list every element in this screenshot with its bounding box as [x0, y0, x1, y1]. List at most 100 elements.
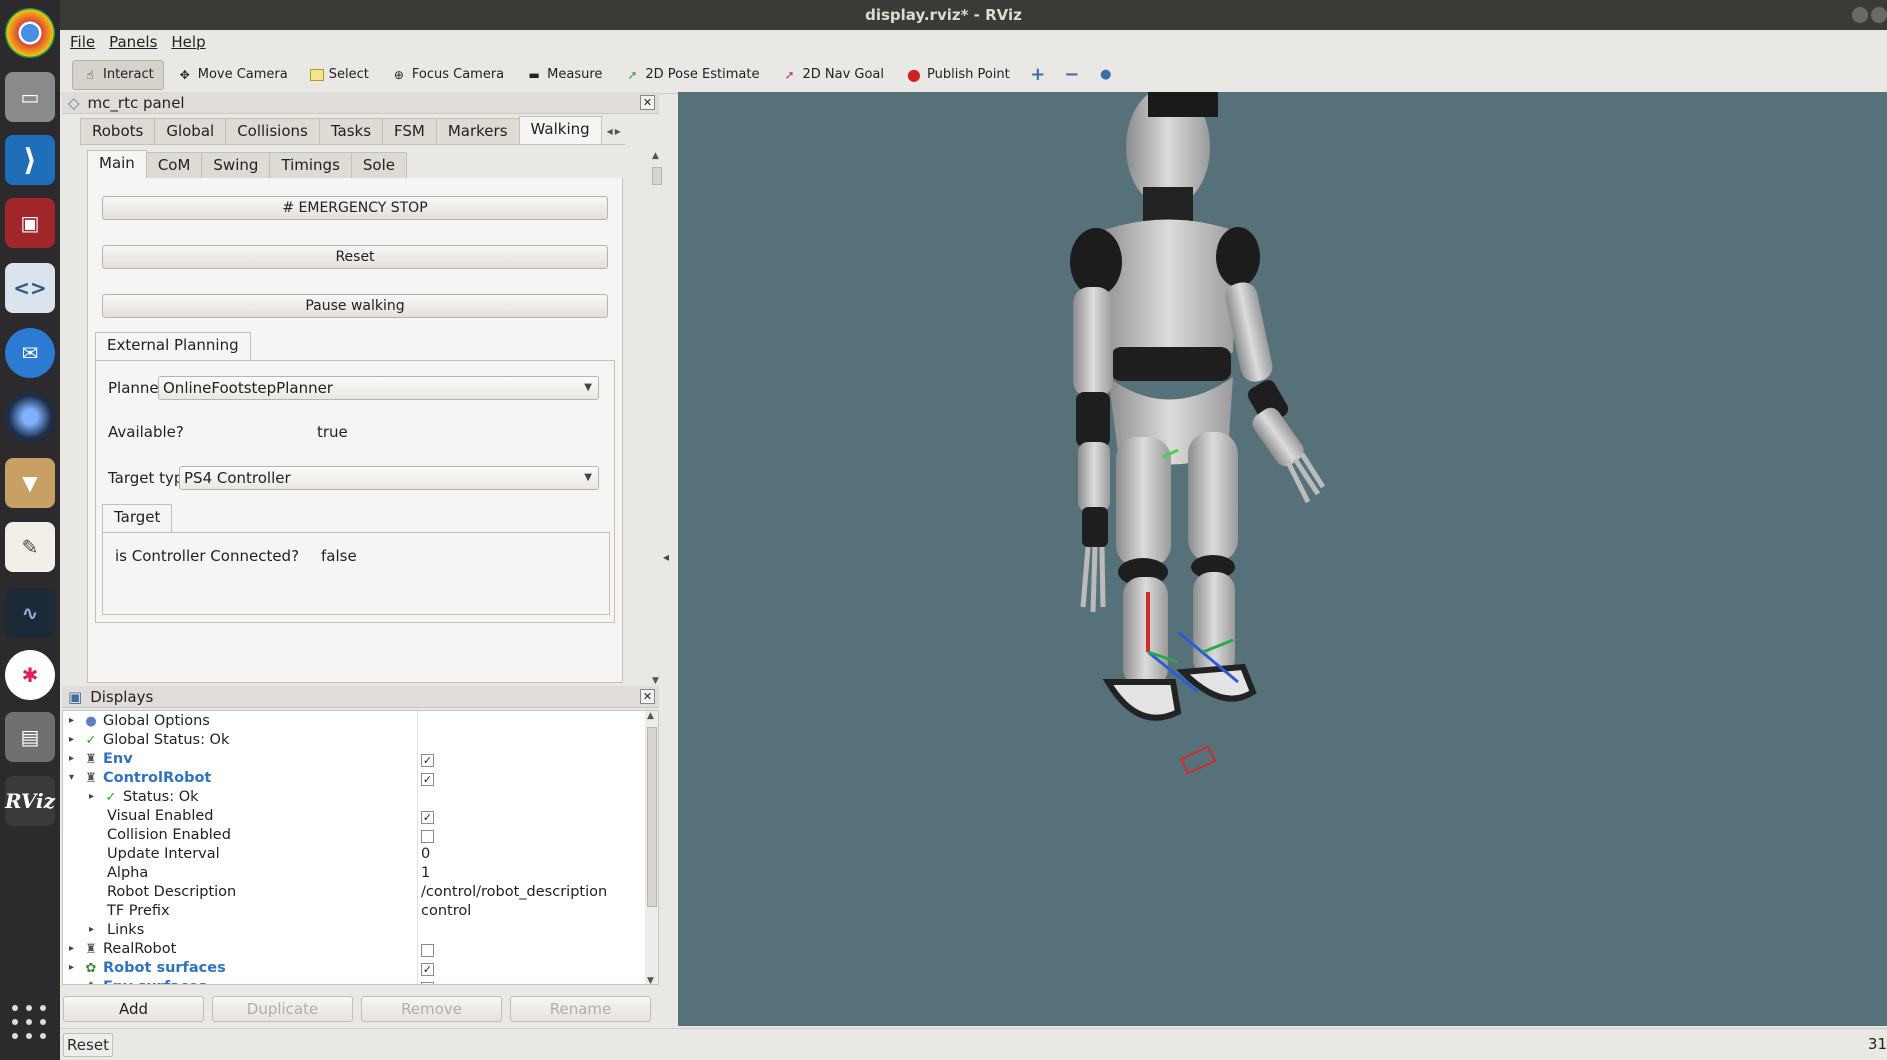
- tab-sole[interactable]: Sole: [350, 152, 408, 178]
- displays-scrollbar[interactable]: ▲ ▼: [645, 711, 658, 984]
- focus-camera-tool[interactable]: ⊕ Focus Camera: [382, 60, 513, 90]
- display-property-value[interactable]: control: [421, 903, 471, 919]
- add-display-button[interactable]: Add: [63, 996, 204, 1022]
- chrome-icon[interactable]: [5, 8, 55, 58]
- collapsed-arrow-icon[interactable]: ▸: [89, 791, 94, 802]
- thunderbird-icon[interactable]: ✉: [5, 328, 55, 378]
- publish-point-tool[interactable]: ⬤ Publish Point: [897, 60, 1019, 90]
- vscode-icon[interactable]: ⟩: [5, 135, 55, 185]
- select-tool[interactable]: Select: [301, 60, 378, 90]
- files-icon[interactable]: ▭: [5, 72, 55, 122]
- tab-global[interactable]: Global: [154, 118, 227, 144]
- tab-scroll-left-icon[interactable]: ◂: [607, 124, 613, 138]
- reset-walking-button[interactable]: Reset: [102, 245, 608, 269]
- remove-tool-button[interactable]: −: [1057, 60, 1087, 90]
- display-row-controlrobot[interactable]: ▾ ♜ ControlRobot ✓: [63, 770, 643, 789]
- slack-icon[interactable]: ✱: [5, 650, 55, 700]
- tab-com[interactable]: CoM: [145, 152, 203, 178]
- display-row-alpha[interactable]: Alpha 1: [63, 865, 643, 884]
- 2d-nav-goal-tool[interactable]: ➚ 2D Nav Goal: [772, 60, 893, 90]
- archive-icon[interactable]: ▼: [5, 458, 55, 508]
- pause-walking-button[interactable]: Pause walking: [102, 294, 608, 318]
- display-enabled-checkbox[interactable]: ✓: [421, 754, 434, 767]
- close-panel-button[interactable]: ✕: [640, 95, 655, 110]
- close-displays-button[interactable]: ✕: [640, 689, 655, 704]
- scroll-up-icon[interactable]: ▲: [652, 151, 659, 161]
- collapsed-arrow-icon[interactable]: ▸: [69, 715, 74, 726]
- scrollbar-thumb[interactable]: [652, 167, 662, 185]
- tab-tasks[interactable]: Tasks: [318, 118, 384, 144]
- display-row-robot-description[interactable]: Robot Description/control/robot_descript…: [63, 884, 643, 903]
- display-row-robot-surfaces[interactable]: ▸ ✿ Robot surfaces ✓: [63, 960, 643, 979]
- scroll-up-icon[interactable]: ▲: [647, 711, 654, 721]
- display-property-value[interactable]: 0: [421, 846, 430, 862]
- 3d-viewport[interactable]: [678, 92, 1887, 1026]
- collapsed-arrow-icon[interactable]: ▸: [69, 962, 74, 973]
- planner-select[interactable]: OnlineFootstepPlanner ▼: [158, 376, 599, 400]
- display-enabled-checkbox[interactable]: [421, 944, 434, 957]
- mc-panel-scrollbar[interactable]: ▲ ▼: [650, 151, 664, 686]
- display-enabled-checkbox[interactable]: ✓: [421, 963, 434, 976]
- display-enabled-checkbox[interactable]: ✓: [421, 773, 434, 786]
- display-enabled-checkbox[interactable]: ✓: [421, 982, 434, 984]
- close-window-button[interactable]: [1871, 7, 1887, 23]
- measure-tool[interactable]: ▬ Measure: [517, 60, 611, 90]
- display-row-links[interactable]: ▸ Links: [63, 922, 643, 941]
- display-row-env[interactable]: ▸ ♜ Env ✓: [63, 751, 643, 770]
- scanner-icon[interactable]: ▤: [5, 712, 55, 762]
- collapsed-arrow-icon[interactable]: ▸: [69, 734, 74, 745]
- emergency-stop-button[interactable]: # EMERGENCY STOP: [102, 196, 608, 220]
- rename-display-button[interactable]: Rename: [510, 996, 651, 1022]
- display-row-status-ok[interactable]: ▸ ✓ Status: Ok: [63, 789, 643, 808]
- code-editor-icon[interactable]: <>: [5, 263, 55, 313]
- display-row-realrobot[interactable]: ▸ ♜ RealRobot: [63, 941, 643, 960]
- display-property-value[interactable]: /control/robot_description: [421, 884, 607, 900]
- text-editor-icon[interactable]: ✎: [5, 522, 55, 572]
- tab-external-planning[interactable]: External Planning: [95, 332, 251, 360]
- display-row-collision-enabled[interactable]: Collision Enabled: [63, 827, 643, 846]
- tool-properties-button[interactable]: ●: [1091, 60, 1121, 90]
- system-monitor-icon[interactable]: ∿: [5, 588, 55, 638]
- collapsed-arrow-icon[interactable]: ▸: [69, 753, 74, 764]
- display-row-global-status-ok[interactable]: ▸ ✓ Global Status: Ok: [63, 732, 643, 751]
- display-property-value[interactable]: 1: [421, 865, 430, 881]
- scroll-down-icon[interactable]: ▼: [652, 676, 659, 686]
- tab-swing[interactable]: Swing: [201, 152, 271, 178]
- target-type-select[interactable]: PS4 Controller ▼: [179, 466, 599, 490]
- reset-button[interactable]: Reset: [63, 1033, 113, 1057]
- tab-target[interactable]: Target: [102, 504, 173, 532]
- display-enabled-checkbox[interactable]: [421, 830, 434, 843]
- collapsed-arrow-icon[interactable]: ▸: [69, 943, 74, 954]
- minimize-button[interactable]: [1852, 7, 1868, 23]
- duplicate-display-button[interactable]: Duplicate: [212, 996, 353, 1022]
- tab-walking[interactable]: Walking: [518, 116, 602, 144]
- display-row-env-surfaces[interactable]: ▸ ✿ Env surfaces ✓: [63, 979, 643, 984]
- tab-main[interactable]: Main: [87, 150, 147, 178]
- tab-collisions[interactable]: Collisions: [225, 118, 320, 144]
- display-row-update-interval[interactable]: Update Interval 0: [63, 846, 643, 865]
- move-camera-tool[interactable]: ✥ Move Camera: [168, 60, 297, 90]
- menu-file[interactable]: File: [70, 33, 95, 51]
- tab-robots[interactable]: Robots: [80, 118, 156, 144]
- display-enabled-checkbox[interactable]: ✓: [421, 811, 434, 824]
- tab-fsm[interactable]: FSM: [382, 118, 437, 144]
- rviz-icon[interactable]: RViz: [5, 776, 55, 826]
- remove-display-button[interactable]: Remove: [361, 996, 502, 1022]
- menu-panels[interactable]: Panels: [109, 33, 157, 51]
- display-row-global-options[interactable]: ▸ ● Global Options: [63, 713, 643, 732]
- expanded-arrow-icon[interactable]: ▾: [69, 772, 74, 783]
- terminal-icon[interactable]: ▣: [5, 198, 55, 248]
- add-tool-button[interactable]: +: [1023, 60, 1053, 90]
- display-row-tf-prefix[interactable]: TF Prefix control: [63, 903, 643, 922]
- scroll-down-icon[interactable]: ▼: [647, 976, 654, 984]
- menu-help[interactable]: Help: [171, 33, 205, 51]
- collapsed-arrow-icon[interactable]: ▸: [89, 924, 94, 935]
- display-row-visual-enabled[interactable]: Visual Enabled ✓: [63, 808, 643, 827]
- show-applications-icon[interactable]: [12, 1005, 48, 1041]
- interact-tool[interactable]: ☝ Interact: [72, 59, 164, 90]
- tab-markers[interactable]: Markers: [435, 118, 520, 144]
- collapse-panel-arrow-icon[interactable]: ◂: [663, 550, 669, 564]
- scrollbar-thumb[interactable]: [647, 727, 657, 907]
- tab-scroll-right-icon[interactable]: ▸: [615, 124, 621, 138]
- tab-timings[interactable]: Timings: [269, 152, 352, 178]
